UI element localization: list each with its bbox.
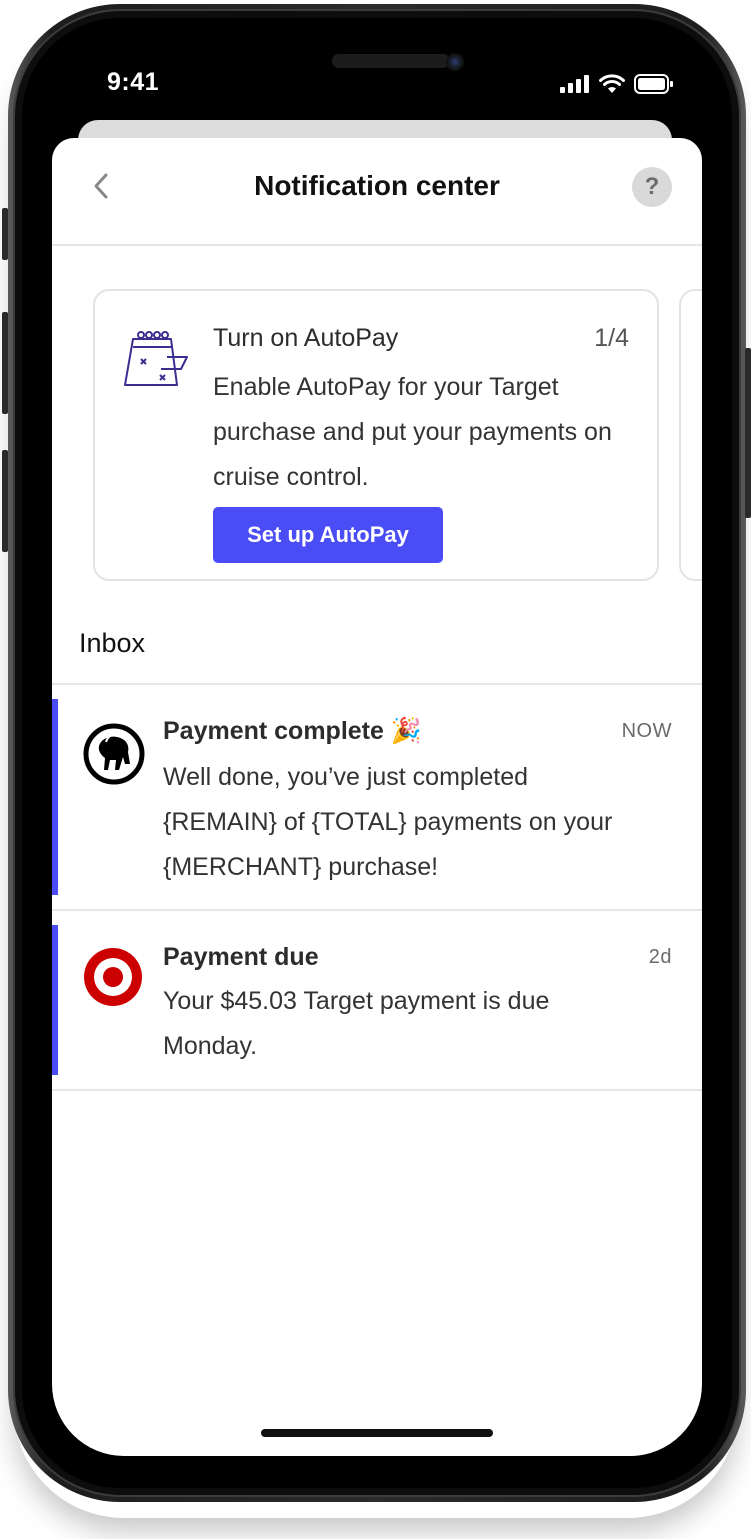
- notification-title: Payment complete 🎉: [163, 717, 422, 746]
- phone-power-button: [745, 348, 751, 518]
- card-title: Turn on AutoPay: [213, 324, 399, 352]
- notification-item[interactable]: Payment due 2d Your $45.03 Target paymen…: [52, 911, 702, 1089]
- status-bar: 9:41: [52, 56, 702, 112]
- battery-icon: [634, 74, 673, 94]
- notification-item[interactable]: Payment complete 🎉 NOW Well done, you’ve…: [52, 685, 702, 909]
- card-page-counter: 1/4: [594, 324, 629, 352]
- page-title: Notification center: [254, 170, 500, 201]
- party-popper-icon: 🎉: [390, 717, 423, 745]
- status-icons: [560, 74, 674, 94]
- divider: [52, 1089, 702, 1091]
- next-card-peek[interactable]: [679, 289, 702, 581]
- card-description: Enable AutoPay for your Target purchase …: [213, 373, 612, 491]
- goat-logo-icon: [83, 723, 145, 785]
- unread-indicator: [52, 925, 58, 1075]
- phone-volume-up: [2, 312, 8, 414]
- status-time: 9:41: [107, 68, 160, 96]
- notification-body: Your $45.03 Target payment is due Monday…: [163, 987, 550, 1060]
- home-indicator: [261, 1429, 493, 1437]
- navigation-header: Notification center ?: [52, 138, 702, 246]
- cellular-signal-icon: [560, 75, 589, 93]
- app-screen: Notification center ? Turn on AutoPay 1/…: [52, 138, 702, 1456]
- unread-indicator: [52, 699, 58, 895]
- setup-autopay-button[interactable]: Set up AutoPay: [213, 507, 443, 563]
- target-logo-icon: [84, 948, 142, 1006]
- inbox-heading: Inbox: [79, 628, 146, 658]
- notification-title: Payment due: [163, 943, 319, 971]
- wifi-icon: [599, 74, 625, 93]
- notification-time: 2d: [648, 946, 672, 968]
- phone-silent-switch: [2, 208, 8, 260]
- help-button[interactable]: ?: [632, 167, 672, 207]
- notification-title-text: Payment complete: [163, 717, 384, 745]
- notification-time: NOW: [621, 720, 672, 742]
- phone-volume-down: [2, 450, 8, 552]
- calendar-autopay-icon: [124, 331, 188, 386]
- autopay-promo-card: Turn on AutoPay 1/4 Enable AutoPay for y…: [93, 289, 659, 581]
- notification-body: Well done, you’ve just completed {REMAIN…: [163, 763, 613, 881]
